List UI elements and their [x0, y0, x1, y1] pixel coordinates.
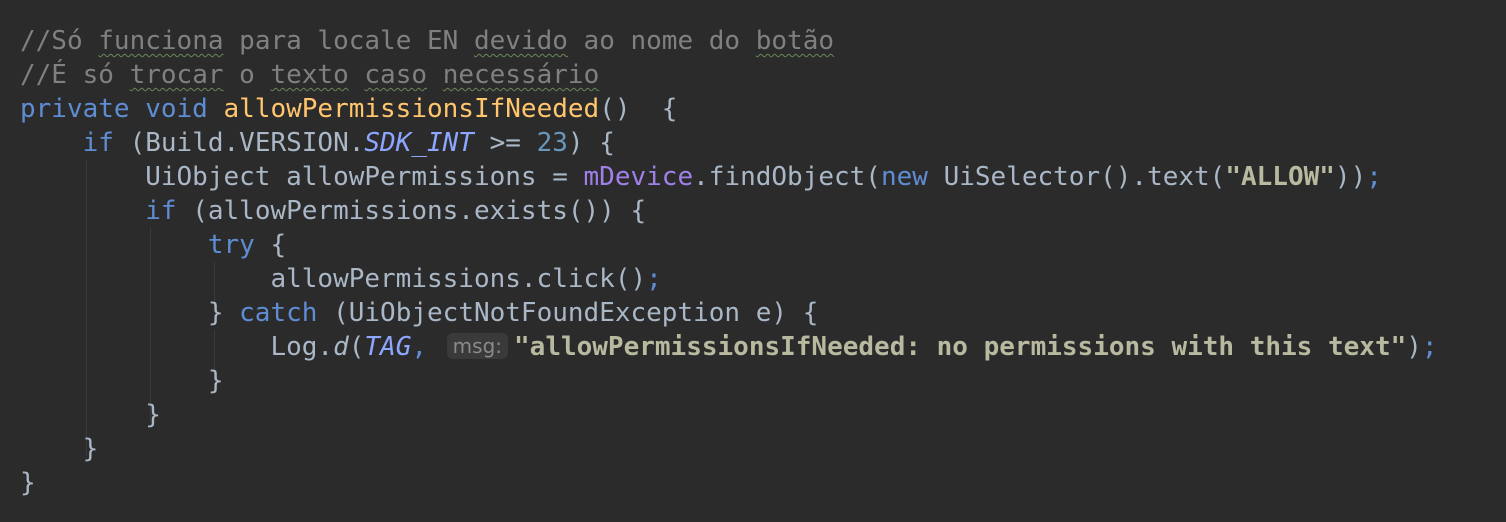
- code-token: botão: [755, 26, 835, 56]
- code-token: ;: [1421, 332, 1438, 362]
- code-token: (UiObjectNotFoundException e) {: [317, 298, 819, 328]
- code-token: o: [223, 60, 271, 90]
- code-line[interactable]: if (Build.VERSION.SDK_INT >= 23) {: [20, 126, 1506, 160]
- code-token: 23: [536, 128, 568, 158]
- code-token: () {: [599, 94, 678, 124]
- code-token: trocar: [129, 60, 224, 90]
- code-line[interactable]: private void allowPermissionsIfNeeded() …: [20, 92, 1506, 126]
- code-token: caso: [364, 60, 428, 90]
- code-token: new: [880, 162, 928, 192]
- code-editor[interactable]: //Só funciona para locale EN devido ao n…: [0, 0, 1506, 522]
- code-token: TAG: [364, 332, 412, 362]
- code-line[interactable]: if (allowPermissions.exists()) {: [20, 194, 1506, 228]
- code-line[interactable]: Log.d(TAG, msg: "allowPermissionsIfNeeded…: [20, 330, 1506, 364]
- code-token: UiSelector().text(: [927, 162, 1226, 192]
- code-token: ,: [411, 332, 428, 362]
- code-token: ;: [646, 264, 662, 294]
- code-token: }: [20, 366, 224, 396]
- code-token: (Build.VERSION.: [113, 128, 365, 158]
- code-token: if: [145, 196, 177, 226]
- code-token: private void: [20, 94, 224, 124]
- code-token: necessário: [442, 60, 600, 90]
- code-token: devido: [473, 26, 568, 56]
- code-token: }: [20, 298, 240, 328]
- code-token: try: [207, 230, 255, 260]
- code-token: }: [20, 400, 161, 430]
- code-line[interactable]: UiObject allowPermissions = mDevice.find…: [20, 160, 1506, 194]
- code-token: allowPermissionsIfNeeded: [223, 94, 600, 124]
- code-token: //É só: [20, 60, 130, 90]
- code-token: para locale EN: [223, 26, 474, 56]
- code-line[interactable]: }: [20, 398, 1506, 432]
- code-token: funciona: [98, 26, 224, 56]
- code-line[interactable]: }: [20, 432, 1506, 466]
- code-token: "ALLOW": [1225, 162, 1335, 192]
- code-line[interactable]: try {: [20, 228, 1506, 262]
- code-token: .findObject(: [693, 162, 881, 192]
- code-line[interactable]: //É só trocar o texto caso necessário: [20, 58, 1506, 92]
- code-lines: //Só funciona para locale EN devido ao n…: [20, 24, 1506, 500]
- code-token: catch: [239, 298, 318, 328]
- code-line[interactable]: }: [20, 466, 1506, 500]
- code-token: )): [1334, 162, 1367, 192]
- code-token: texto: [270, 60, 349, 90]
- code-token: d: [333, 332, 349, 362]
- code-token: ;: [1366, 162, 1382, 192]
- code-token: ao nome do: [567, 26, 756, 56]
- code-token: {: [254, 230, 287, 260]
- code-line[interactable]: //Só funciona para locale EN devido ao n…: [20, 24, 1506, 58]
- code-token: //Só: [20, 26, 99, 56]
- code-line[interactable]: }: [20, 364, 1506, 398]
- code-token: ) {: [567, 128, 615, 158]
- code-token: SDK_INT: [364, 128, 474, 158]
- parameter-hint: msg:: [446, 333, 509, 359]
- code-token: (allowPermissions.exists()) {: [176, 196, 647, 226]
- code-token: if: [82, 128, 114, 158]
- code-token: mDevice: [583, 162, 694, 192]
- code-token: Log.: [20, 332, 334, 362]
- code-token: }: [20, 468, 36, 498]
- code-token: "allowPermissionsIfNeeded: no permission…: [514, 332, 1407, 362]
- code-token: allowPermissions.click(): [20, 264, 647, 294]
- code-token: (: [348, 332, 365, 362]
- code-line[interactable]: } catch (UiObjectNotFoundException e) {: [20, 296, 1506, 330]
- code-token: ): [1406, 332, 1422, 362]
- code-line[interactable]: allowPermissions.click();: [20, 262, 1506, 296]
- code-token: UiObject allowPermissions =: [20, 162, 584, 192]
- code-token: }: [20, 434, 99, 464]
- code-token: >=: [473, 128, 537, 158]
